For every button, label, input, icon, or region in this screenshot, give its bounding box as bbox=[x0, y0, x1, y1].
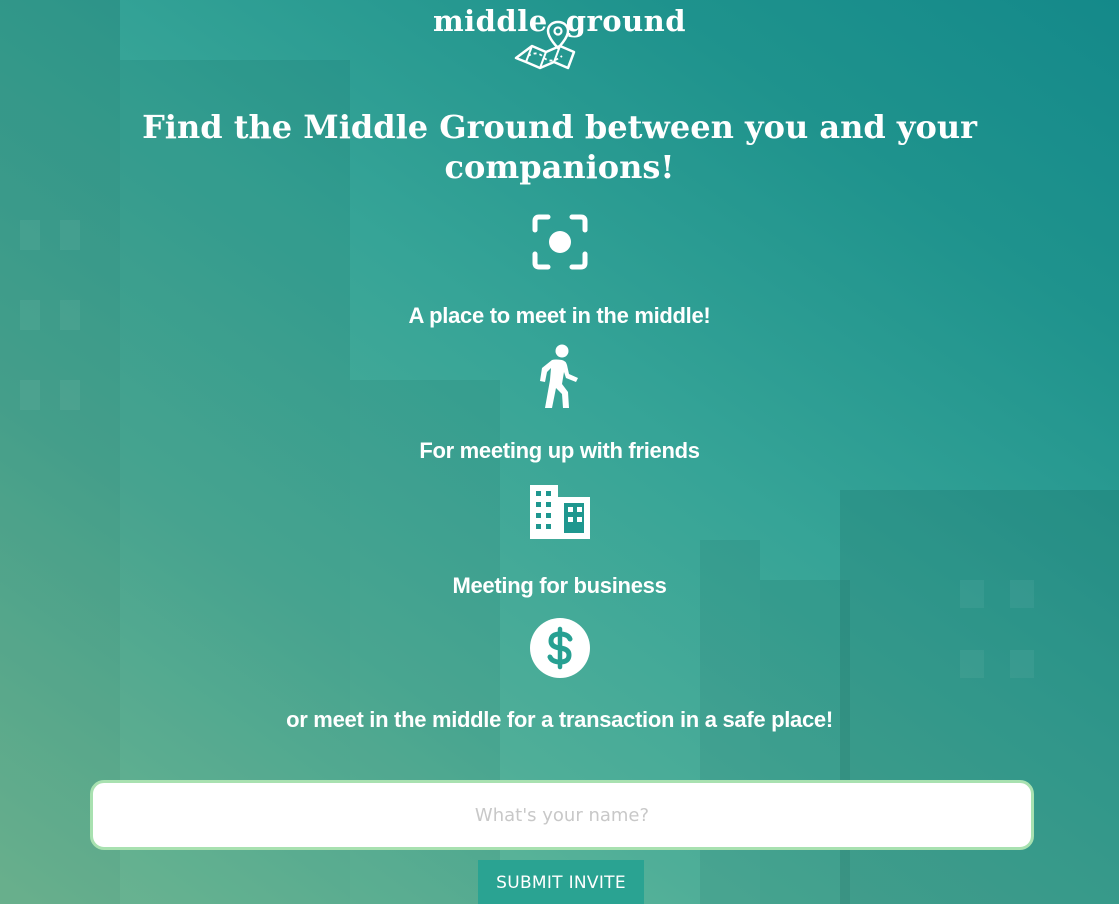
page-headline: Find the Middle Ground between you and y… bbox=[0, 107, 1119, 187]
headline-line-2: companions! bbox=[444, 148, 675, 186]
office-building-icon bbox=[529, 485, 590, 539]
dollar-circle-icon bbox=[529, 618, 590, 678]
map-pin-icon bbox=[514, 20, 576, 70]
walking-person-icon bbox=[539, 344, 578, 408]
logo-text-right: ground bbox=[565, 4, 687, 38]
feature-text-business: Meeting for business bbox=[452, 573, 667, 598]
feature-meet-middle bbox=[0, 213, 1119, 271]
center-focus-icon bbox=[532, 214, 587, 270]
feature-text-meet-middle: A place to meet in the middle! bbox=[408, 303, 711, 328]
feature-transaction bbox=[0, 617, 1119, 679]
submit-invite-button[interactable]: SUBMIT INVITE bbox=[478, 860, 644, 904]
feature-text-friends: For meeting up with friends bbox=[419, 438, 700, 463]
name-input[interactable] bbox=[90, 780, 1034, 850]
feature-text-transaction: or meet in the middle for a transaction … bbox=[286, 707, 833, 732]
headline-line-1: Find the Middle Ground between you and y… bbox=[142, 108, 977, 146]
feature-friends bbox=[0, 344, 1119, 410]
feature-business bbox=[0, 483, 1119, 541]
